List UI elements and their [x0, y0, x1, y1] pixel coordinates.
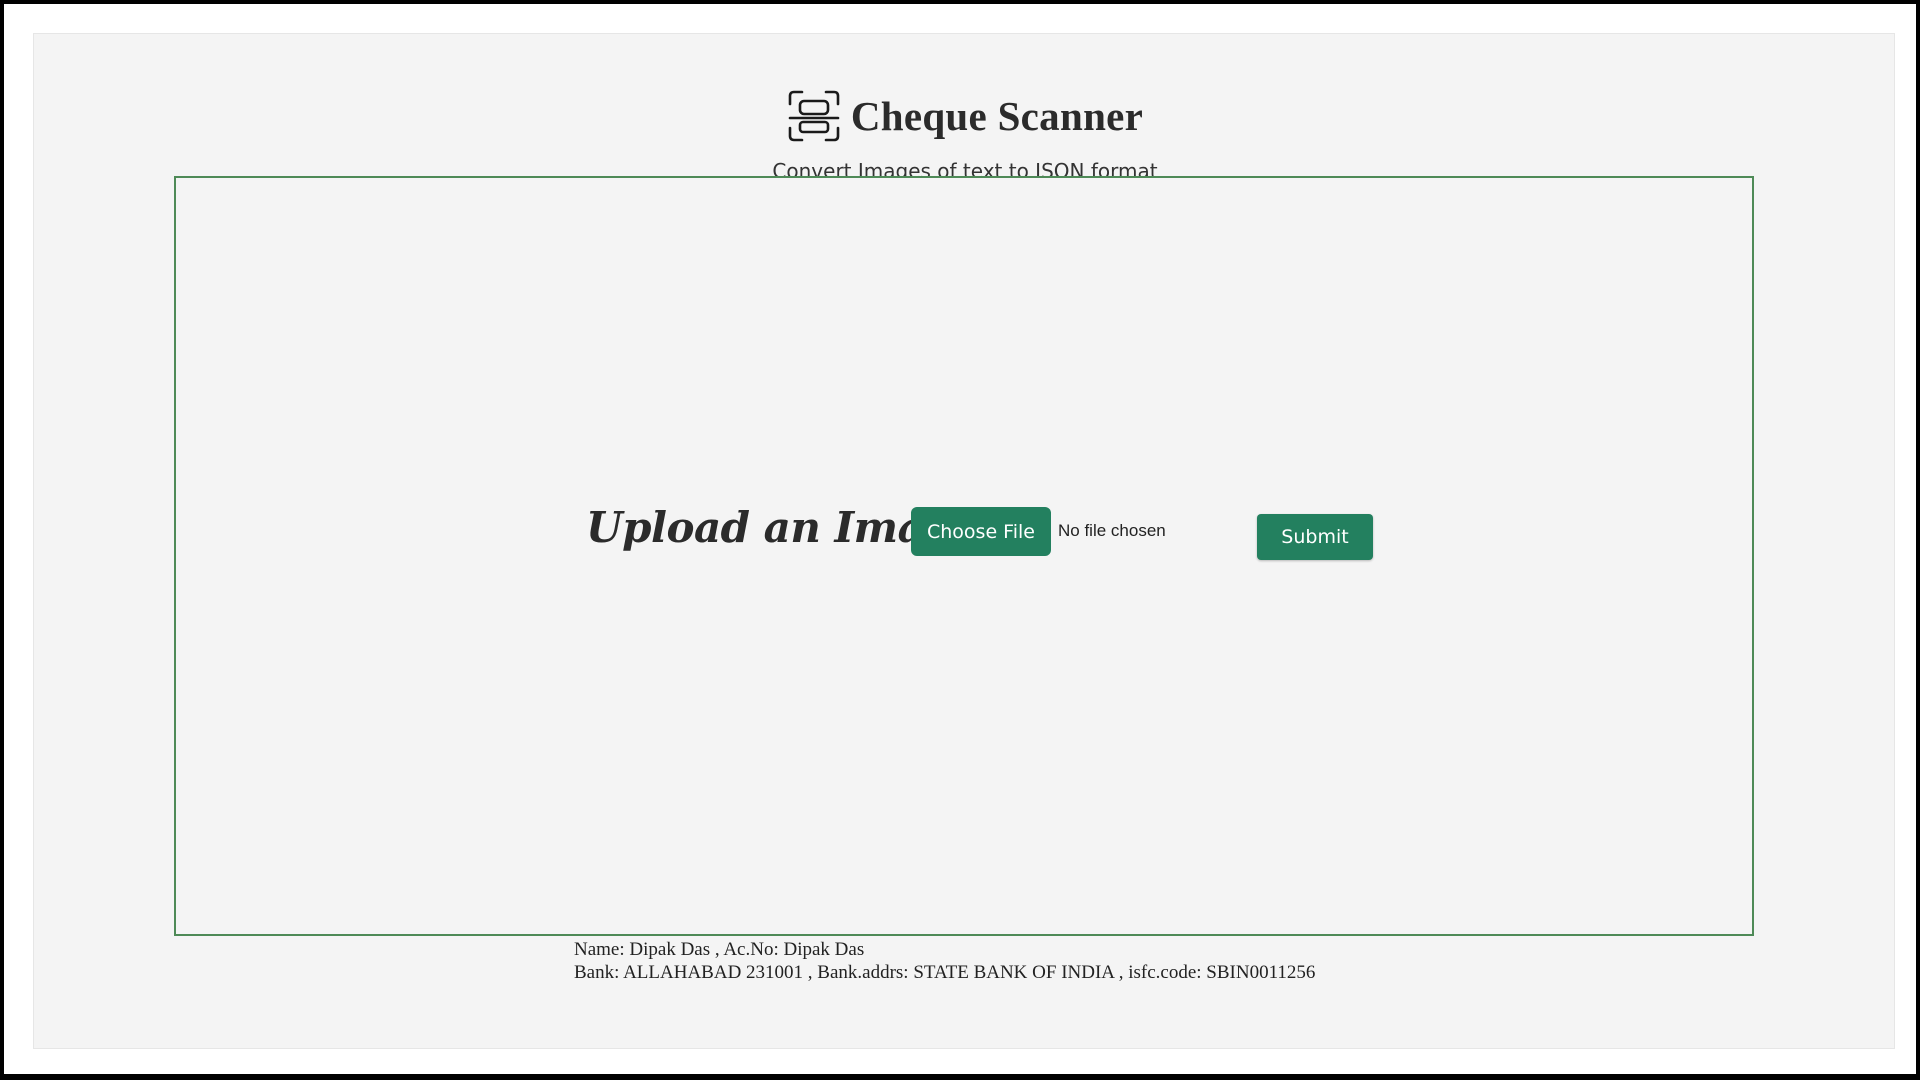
submit-button[interactable]: Submit [1257, 514, 1373, 560]
file-status-text: No file chosen [1058, 521, 1166, 540]
main-panel: Cheque Scanner Convert Images of text to… [33, 33, 1895, 1049]
scan-icon [787, 89, 841, 143]
result-line-bank: Bank: ALLAHABAD 231001 , Bank.addrs: STA… [574, 962, 1316, 983]
upload-dropzone[interactable]: Upload an Image Choose File No file chos… [174, 176, 1754, 936]
scan-result: Name: Dipak Das , Ac.No: Dipak Das Bank:… [574, 938, 1315, 984]
page-title: Cheque Scanner [850, 93, 1144, 139]
result-line-name: Name: Dipak Das , Ac.No: Dipak Das [574, 939, 865, 960]
choose-file-button[interactable]: Choose File [911, 507, 1051, 556]
app-window: Cheque Scanner Convert Images of text to… [0, 0, 1920, 1080]
page-header: Cheque Scanner [34, 86, 1896, 146]
